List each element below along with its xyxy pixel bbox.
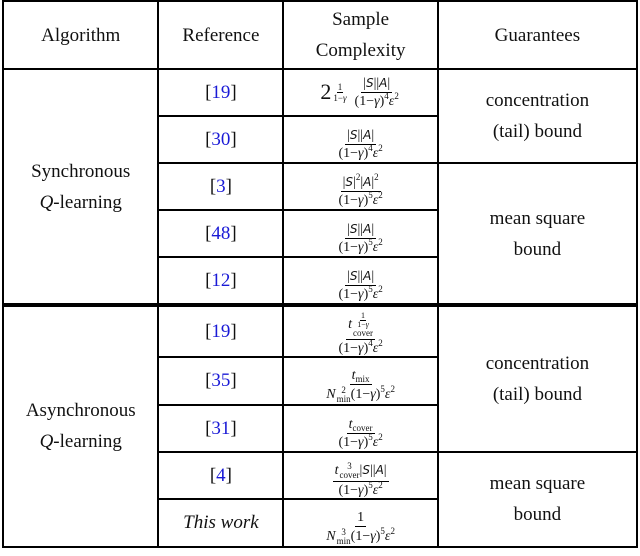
citation-link[interactable]: 19 (211, 82, 230, 103)
complexity-formula: |S||A| (1−γ)5ε2 (338, 222, 383, 255)
complexity-cell: t 3 cover |S||A| (1−γ)5ε2 (282, 450, 439, 500)
complexity-cell: |S||A| (1−γ)5ε2 (282, 209, 439, 258)
reference-cell[interactable]: [12] (157, 256, 285, 306)
algorithm-q: Q (39, 431, 54, 453)
table-row: Asynchronous Q-learning [19] t 1 1−γ cover … (1, 303, 639, 548)
complexity-cell: |S||A| (1−γ)5ε2 (282, 256, 439, 306)
guarantee-cell: concentration (tail) bound (436, 303, 639, 453)
reference-cell[interactable]: [48] (157, 209, 285, 258)
complexity-formula: |S||A| (1−γ)4ε2 (338, 128, 383, 161)
algorithm-name: Synchronous (31, 160, 131, 182)
citation-link[interactable]: 12 (211, 270, 230, 291)
algorithm-suffix: -learning (53, 191, 122, 213)
complexity-formula: tmix N 2 min (1−γ)5ε2 (326, 367, 395, 404)
complexity-formula: 1 N 3 min (1−γ)5ε2 (326, 509, 395, 546)
algorithm-synchronous: Synchronous Q-learning (1, 68, 160, 306)
reference-cell[interactable]: [3] (157, 162, 285, 211)
citation-link[interactable]: 3 (216, 176, 226, 197)
citation-link[interactable]: 31 (211, 418, 230, 439)
algorithm-asynchronous: Asynchronous Q-learning (1, 303, 160, 548)
reference-cell[interactable]: [35] (157, 355, 285, 406)
citation-link[interactable]: 4 (216, 465, 226, 486)
citation-link[interactable]: 35 (211, 370, 230, 391)
complexity-formula: t 3 cover |S||A| (1−γ)5ε2 (332, 460, 389, 498)
guarantee-cell: mean square bound (436, 450, 639, 548)
header-complexity-line1: Sample (332, 9, 390, 30)
reference-cell[interactable]: [31] (157, 403, 285, 453)
algorithm-q: Q (39, 191, 54, 213)
complexity-cell: tcover (1−γ)5ε2 (282, 403, 439, 453)
complexity-formula: t 1 1−γ cover (1−γ)4ε2 (338, 310, 383, 356)
algorithm-suffix: -learning (53, 431, 122, 453)
citation-link[interactable]: 19 (211, 321, 230, 342)
complexity-cell: 2 1 1−γ |S||A| (1−γ)4ε2 (282, 68, 439, 117)
complexity-formula: |S||A| (1−γ)5ε2 (338, 269, 383, 302)
reference-cell[interactable]: [19] (157, 303, 285, 358)
header-row: Algorithm Reference Sample Complexity Gua… (1, 0, 639, 70)
complexity-formula: |S|2|A|2 (1−γ)5ε2 (338, 172, 383, 209)
header-reference: Reference (157, 0, 285, 70)
complexity-cell: 1 N 3 min (1−γ)5ε2 (282, 497, 439, 548)
header-sample-complexity: Sample Complexity (282, 0, 439, 70)
complexity-cell: t 1 1−γ cover (1−γ)4ε2 (282, 303, 439, 358)
complexity-cell: |S|2|A|2 (1−γ)5ε2 (282, 162, 439, 211)
comparison-table: Algorithm Reference Sample Complexity Gua… (1, 0, 639, 548)
reference-cell[interactable]: [19] (157, 68, 285, 117)
complexity-cell: tmix N 2 min (1−γ)5ε2 (282, 355, 439, 406)
guarantee-cell: mean square bound (436, 162, 639, 306)
complexity-formula: tcover (1−γ)5ε2 (338, 416, 383, 450)
header-guarantees: Guarantees (436, 0, 639, 70)
reference-cell: This work (157, 497, 285, 548)
citation-link[interactable]: 48 (211, 223, 230, 244)
header-complexity-line2: Complexity (315, 40, 406, 61)
citation-link[interactable]: 30 (211, 129, 230, 150)
reference-cell[interactable]: [4] (157, 450, 285, 500)
algorithm-name: Asynchronous (25, 400, 136, 422)
table-row: Synchronous Q-learning [19] 2 1 1−γ |S||A… (1, 68, 639, 306)
complexity-formula: 2 1 1−γ |S||A| (1−γ)4ε2 (320, 75, 399, 109)
guarantee-cell: concentration (tail) bound (436, 68, 639, 164)
reference-cell[interactable]: [30] (157, 115, 285, 164)
this-work-label: This work (183, 512, 259, 534)
complexity-cell: |S||A| (1−γ)4ε2 (282, 115, 439, 164)
header-algorithm: Algorithm (1, 0, 160, 70)
